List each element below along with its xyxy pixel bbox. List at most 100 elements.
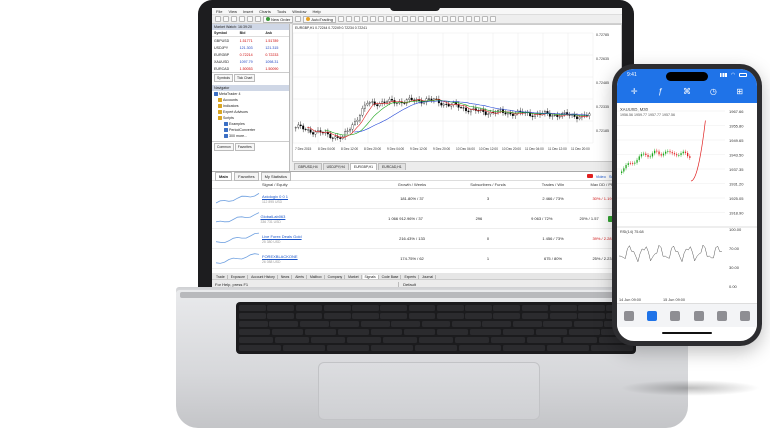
market-watch-row[interactable]: GBPUSD 1.51771 1.51789 bbox=[212, 37, 289, 44]
horizontal-line-icon[interactable] bbox=[450, 16, 456, 22]
tile-windows-icon[interactable] bbox=[378, 16, 384, 22]
market-watch-icon[interactable] bbox=[231, 16, 237, 22]
signal-name-link[interactable]: GlobalLab063 bbox=[260, 214, 366, 219]
chart-shift-icon[interactable] bbox=[394, 16, 400, 22]
menu-item-window[interactable]: Window bbox=[292, 9, 306, 14]
menu-item-view[interactable]: View bbox=[228, 9, 237, 14]
trade-tab-icon[interactable] bbox=[670, 310, 681, 321]
tab-main[interactable]: Main bbox=[215, 171, 233, 181]
vertical-line-icon[interactable] bbox=[442, 16, 448, 22]
menu-item-file[interactable]: File bbox=[216, 9, 222, 14]
terminal-tab-account-history[interactable]: Account History bbox=[249, 274, 278, 279]
col-signal-equity[interactable]: Signal / Equity bbox=[262, 182, 372, 187]
terminal-icon[interactable] bbox=[247, 16, 253, 22]
tab-my-statistics[interactable]: My Statistics bbox=[260, 171, 292, 181]
new-chart-icon[interactable] bbox=[215, 16, 221, 22]
bar-chart-icon[interactable] bbox=[338, 16, 344, 22]
terminal-tab-signals[interactable]: Signals bbox=[362, 274, 379, 279]
tab-symbols[interactable]: Symbols bbox=[214, 74, 234, 82]
candlestick-chart[interactable]: 0.72785 0.72635 0.72485 0.72335 0.72185 7 Dec… bbox=[292, 25, 622, 163]
market-watch-row[interactable]: XAUUSD 1097.79 1098.31 bbox=[212, 58, 289, 65]
channel-icon[interactable] bbox=[466, 16, 472, 22]
signal-row[interactable]: Axiologix 0 0 1 112 895 USD 181.80% / 37 3 2… bbox=[212, 189, 622, 209]
terminal-tab-company[interactable]: Company bbox=[326, 274, 346, 279]
profiles-icon[interactable] bbox=[223, 16, 229, 22]
terminal-tab-exposure[interactable]: Exposure bbox=[229, 274, 249, 279]
indicators-icon[interactable] bbox=[402, 16, 408, 22]
menu-item-tools[interactable]: Tools bbox=[277, 9, 286, 14]
menu-item-help[interactable]: Help bbox=[312, 9, 320, 14]
terminal-tab-market[interactable]: Market bbox=[346, 274, 362, 279]
signal-name-link[interactable]: Live Forex Deals Gold bbox=[262, 234, 372, 239]
autotrading-button[interactable]: AutoTrading bbox=[303, 15, 336, 23]
indicator-icon[interactable]: ƒ bbox=[657, 88, 665, 96]
signal-row[interactable]: Live Forex Deals Gold 25 380 USD 216.43% /… bbox=[212, 229, 622, 249]
candlestick-icon[interactable] bbox=[346, 16, 352, 22]
terminal-tab-news[interactable]: News bbox=[279, 274, 293, 279]
tab-favorites-signals[interactable]: Favorites bbox=[234, 171, 259, 181]
header-bid[interactable]: Bid bbox=[238, 31, 264, 35]
header-symbol[interactable]: Symbol bbox=[212, 31, 238, 35]
timeframe-icon[interactable]: ◷ bbox=[709, 88, 717, 96]
chart-tab[interactable]: EURCAD,H1 bbox=[378, 163, 406, 170]
col-trades-win[interactable]: Trades / Win bbox=[524, 182, 582, 187]
new-order-icon[interactable]: ⊞ bbox=[736, 88, 744, 96]
history-tab-icon[interactable] bbox=[693, 310, 704, 321]
fibonacci-icon[interactable] bbox=[474, 16, 480, 22]
metaeditor-icon[interactable] bbox=[295, 16, 302, 22]
header-ask[interactable]: Ask bbox=[263, 31, 289, 35]
navigator-icon[interactable] bbox=[239, 16, 245, 22]
signal-name-link[interactable]: Axiologix 0 0 1 bbox=[262, 194, 372, 199]
tab-common[interactable]: Common bbox=[214, 143, 234, 151]
terminal-tab-mailbox[interactable]: Mailbox bbox=[308, 274, 325, 279]
quotes-tab-icon[interactable] bbox=[623, 310, 634, 321]
price-chart[interactable]: EURGBP,H1 0.72244 0.72249 0.72234 0.7224… bbox=[292, 24, 622, 162]
periods-icon[interactable] bbox=[410, 16, 416, 22]
strategy-tester-icon[interactable] bbox=[255, 16, 261, 22]
crosshair-icon[interactable]: ✛ bbox=[630, 88, 638, 96]
navigator-item[interactable]: 300 more... bbox=[212, 133, 289, 139]
chart-tab[interactable]: USDJPY,H4 bbox=[322, 163, 349, 170]
objects-icon[interactable]: ⌘ bbox=[683, 88, 691, 96]
terminal-tab-alerts[interactable]: Alerts bbox=[293, 274, 307, 279]
market-watch-row[interactable]: USDJPY 121.303 121.315 bbox=[212, 44, 289, 51]
crosshair-icon[interactable] bbox=[434, 16, 440, 22]
y-axis-label: 0.72185 bbox=[596, 129, 609, 133]
chart-tabs: GBPUSD,H4 USDJPY,H4 EURGBP,H1 EURCAD,H1 bbox=[292, 162, 622, 170]
new-order-button[interactable]: New Order bbox=[263, 15, 294, 23]
text-icon[interactable] bbox=[482, 16, 488, 22]
cursor-icon[interactable] bbox=[426, 16, 432, 22]
col-growth-weeks[interactable]: Growth / Weeks bbox=[372, 182, 452, 187]
tab-tick-chart[interactable]: Tick Chart bbox=[234, 74, 256, 82]
signal-row[interactable]: GlobalLab063 336 731 USD 1 066 912.96% / 3… bbox=[212, 209, 622, 229]
signal-row[interactable]: FOREXBLACKONE 26 088 USD 174.75% / 62 1 675 … bbox=[212, 249, 622, 269]
sparkline-path bbox=[215, 232, 260, 244]
menu-item-charts[interactable]: Charts bbox=[259, 9, 271, 14]
news-tab-icon[interactable] bbox=[716, 310, 727, 321]
templates-icon[interactable] bbox=[418, 16, 424, 22]
col-subscribers-funds[interactable]: Subscribers / Funds bbox=[452, 182, 524, 187]
market-watch-row[interactable]: EURCAD 1.50053 1.50090 bbox=[212, 65, 289, 72]
zoom-in-icon[interactable] bbox=[362, 16, 368, 22]
menu-item-insert[interactable]: Insert bbox=[243, 9, 253, 14]
signal-name-link[interactable]: FOREXBLACKONE bbox=[262, 254, 372, 259]
terminal-tab-journal[interactable]: Journal bbox=[420, 274, 437, 279]
trendline-icon[interactable] bbox=[458, 16, 464, 22]
messages-tab-icon[interactable] bbox=[740, 310, 751, 321]
market-watch-row[interactable]: EURGBP 0.72214 0.72233 bbox=[212, 51, 289, 58]
line-chart-icon[interactable] bbox=[354, 16, 360, 22]
scroll-chart-icon[interactable] bbox=[386, 16, 392, 22]
zoom-out-icon[interactable] bbox=[370, 16, 376, 22]
video-link[interactable]: Video bbox=[596, 174, 606, 179]
terminal-tab-code-base[interactable]: Code Base bbox=[380, 274, 402, 279]
terminal-tab-trade[interactable]: Trade bbox=[214, 274, 228, 279]
subscribers-cell: 296 bbox=[475, 216, 483, 221]
chart-tab[interactable]: GBPUSD,H4 bbox=[294, 163, 322, 170]
terminal-tab-experts[interactable]: Experts bbox=[402, 274, 419, 279]
tab-favorites[interactable]: Favorites bbox=[234, 143, 255, 151]
key bbox=[512, 320, 542, 328]
chart-tab-icon[interactable] bbox=[646, 310, 657, 321]
arrows-icon[interactable] bbox=[490, 16, 496, 22]
chart-tab[interactable]: EURGBP,H1 bbox=[349, 163, 377, 170]
phone-price-chart[interactable]: XAUUSD, M301956.56 1959.77 1957.77 1957.… bbox=[617, 103, 757, 303]
